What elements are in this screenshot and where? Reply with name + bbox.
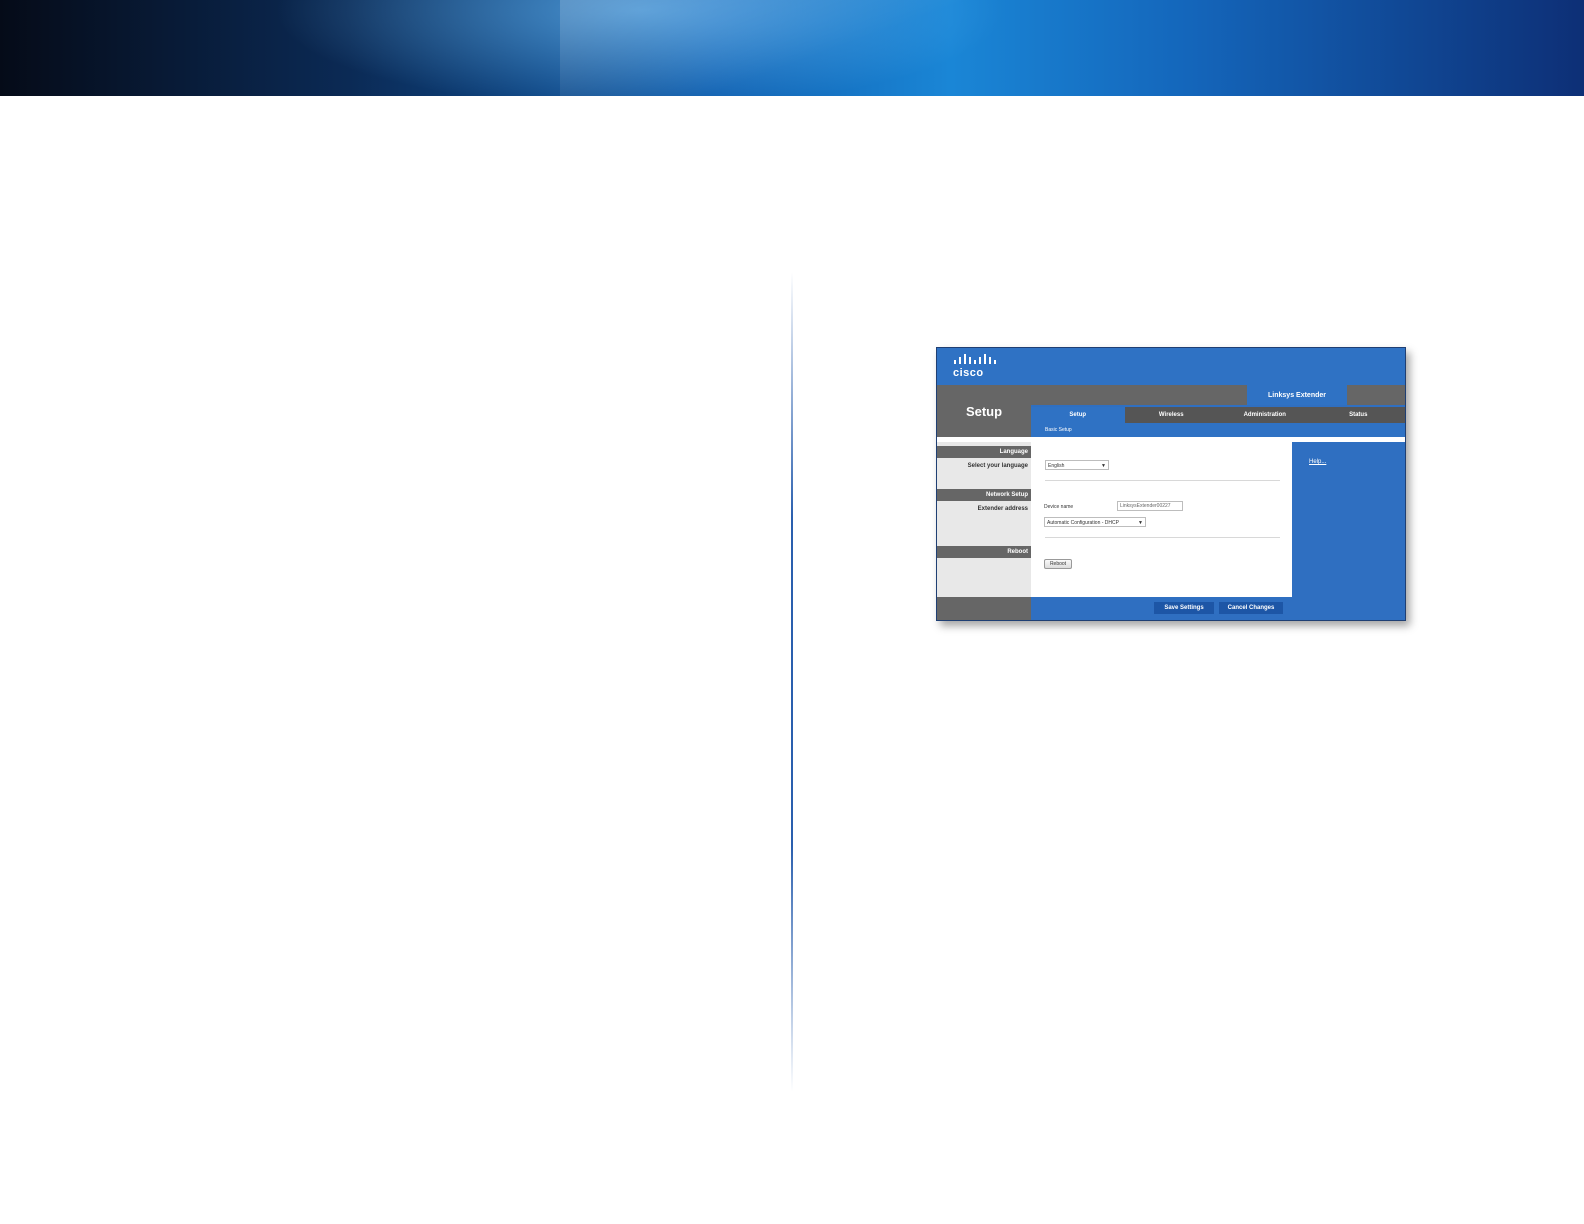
- tab-administration[interactable]: Administration: [1218, 407, 1312, 423]
- language-heading: Language: [937, 446, 1031, 458]
- subtab-basic-setup[interactable]: Basic Setup: [1031, 423, 1405, 437]
- tab-setup[interactable]: Setup: [1031, 407, 1125, 423]
- chevron-down-icon: ▼: [1101, 463, 1106, 469]
- header-banner: [0, 0, 1584, 96]
- section-title: Setup: [937, 385, 1031, 437]
- setup-screenshot-figure: cisco Setup Linksys Extender Setup Wirel…: [936, 347, 1406, 621]
- chevron-down-icon: ▼: [1138, 520, 1143, 526]
- device-name-input[interactable]: LinksysExtender00227: [1117, 501, 1183, 511]
- language-select[interactable]: English ▼: [1045, 460, 1109, 470]
- address-mode-value: Automatic Configuration - DHCP: [1047, 520, 1119, 526]
- settings-content: English ▼ Device name LinksysExtender002…: [1031, 442, 1292, 597]
- tab-status[interactable]: Status: [1312, 407, 1406, 423]
- language-select-value: English: [1048, 463, 1065, 469]
- product-bar: Linksys Extender: [1031, 385, 1405, 405]
- cisco-wordmark: cisco: [953, 367, 984, 379]
- main-tabs: Setup Wireless Administration Status: [1031, 407, 1405, 423]
- help-panel: Help...: [1296, 442, 1405, 620]
- bottom-left-block: [937, 597, 1031, 620]
- product-name: Linksys Extender: [1247, 385, 1347, 405]
- tab-wireless[interactable]: Wireless: [1125, 407, 1219, 423]
- save-settings-button[interactable]: Save Settings: [1154, 602, 1214, 614]
- address-mode-select[interactable]: Automatic Configuration - DHCP ▼: [1044, 517, 1146, 527]
- banner-shine: [560, 0, 980, 96]
- reboot-heading: Reboot: [937, 546, 1031, 558]
- extender-address-label: Extender address: [977, 506, 1028, 512]
- separator: [1045, 480, 1280, 481]
- action-bar: Save Settings Cancel Changes: [1031, 597, 1296, 620]
- reboot-button[interactable]: Reboot: [1044, 559, 1072, 569]
- cisco-bars-icon: [954, 354, 996, 364]
- separator: [1045, 537, 1280, 538]
- left-nav: Language Select your language Network Se…: [937, 442, 1031, 597]
- help-link[interactable]: Help...: [1309, 459, 1326, 465]
- cisco-logo: cisco: [953, 353, 999, 379]
- cancel-changes-button[interactable]: Cancel Changes: [1219, 602, 1283, 614]
- column-divider: [791, 272, 793, 1092]
- network-setup-heading: Network Setup: [937, 489, 1031, 501]
- language-label: Select your language: [967, 463, 1028, 469]
- figure-top-bar: cisco: [937, 348, 1405, 385]
- device-name-label: Device name: [1044, 504, 1074, 510]
